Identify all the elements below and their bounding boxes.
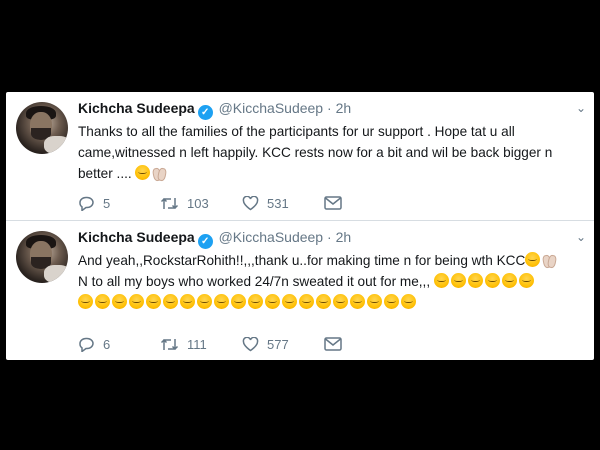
hugging-face-emoji <box>467 273 483 288</box>
envelope-icon <box>324 337 342 351</box>
reply-count: 5 <box>103 196 111 211</box>
heart-icon <box>242 337 259 352</box>
reply-button[interactable]: 5 <box>78 196 110 211</box>
like-count: 531 <box>267 196 289 211</box>
like-button[interactable]: 531 <box>242 196 289 211</box>
author-name[interactable]: Kichcha Sudeepa <box>78 229 195 245</box>
verified-badge-icon: ✓ <box>197 234 213 249</box>
like-count: 577 <box>267 337 289 352</box>
hugging-face-emoji <box>282 294 297 309</box>
hugging-face-emoji <box>316 294 331 309</box>
hugging-face-emoji <box>95 294 110 309</box>
verified-badge-icon: ✓ <box>197 105 213 120</box>
retweet-button[interactable]: 111 <box>160 337 207 352</box>
tweet-header: Kichcha Sudeepa ✓ @KicchaSudeep · 2h <box>78 100 351 120</box>
hugging-face-emoji <box>525 252 541 267</box>
hugging-face-emoji <box>197 294 212 309</box>
reply-count: 6 <box>103 337 111 352</box>
direct-message-button[interactable] <box>324 196 350 210</box>
hugging-face-emoji-group <box>78 294 418 310</box>
direct-message-button[interactable] <box>324 337 350 351</box>
separator: · <box>327 100 332 116</box>
hugging-face-emoji <box>248 294 263 309</box>
clapping-hands-emoji <box>152 166 166 180</box>
tweet-text: Thanks to all the families of the partic… <box>78 121 583 184</box>
hugging-face-emoji <box>146 294 161 309</box>
tweet-text: And yeah,,RockstarRohith!!,,,thank u..fo… <box>78 250 583 313</box>
hugging-face-emoji <box>231 294 246 309</box>
envelope-icon <box>324 196 342 210</box>
folded-hands-emoji <box>542 253 556 267</box>
reply-icon <box>79 337 94 352</box>
separator: · <box>327 229 332 245</box>
hugging-face-emoji <box>78 294 93 309</box>
tweet-header: Kichcha Sudeepa ✓ @KicchaSudeep · 2h <box>78 229 351 249</box>
timestamp[interactable]: 2h <box>336 229 352 245</box>
hugging-face-emoji <box>265 294 280 309</box>
tweet-1[interactable]: Kichcha Sudeepa ✓ @KicchaSudeep · 2h ⌄ Th… <box>6 92 594 220</box>
hugging-face-emoji-group <box>433 273 536 289</box>
like-button[interactable]: 577 <box>242 337 289 352</box>
hugging-face-emoji <box>163 294 178 309</box>
hugging-face-emoji <box>333 294 348 309</box>
hugging-face-emoji <box>450 273 466 288</box>
tweet-text-line-2: N to all my boys who worked 24/7n sweate… <box>78 274 431 289</box>
hugging-face-emoji <box>484 273 500 288</box>
avatar[interactable] <box>16 102 68 154</box>
hugging-face-emoji <box>501 273 517 288</box>
chevron-down-icon[interactable]: ⌄ <box>576 101 586 115</box>
reply-icon <box>79 196 94 211</box>
retweet-count: 111 <box>187 337 207 352</box>
heart-icon <box>242 196 259 211</box>
chevron-down-icon[interactable]: ⌄ <box>576 230 586 244</box>
hugging-face-emoji <box>214 294 229 309</box>
hugging-face-emoji <box>384 294 399 309</box>
retweet-icon <box>160 338 179 351</box>
hugging-face-emoji <box>112 294 127 309</box>
reply-button[interactable]: 6 <box>78 337 110 352</box>
hugging-face-emoji <box>180 294 195 309</box>
hugging-face-emoji <box>518 273 534 288</box>
hugging-face-emoji <box>299 294 314 309</box>
retweet-icon <box>160 197 179 210</box>
hugging-face-emoji <box>129 294 144 309</box>
tweet-2[interactable]: Kichcha Sudeepa ✓ @KicchaSudeep · 2h ⌄ An… <box>6 221 594 360</box>
author-name[interactable]: Kichcha Sudeepa <box>78 100 195 116</box>
hugging-face-emoji <box>350 294 365 309</box>
author-handle[interactable]: @KicchaSudeep <box>219 229 324 245</box>
hugging-face-emoji <box>135 165 151 180</box>
retweet-button[interactable]: 103 <box>160 196 209 211</box>
author-handle[interactable]: @KicchaSudeep <box>219 100 324 116</box>
hugging-face-emoji <box>401 294 416 309</box>
timestamp[interactable]: 2h <box>336 100 352 116</box>
avatar[interactable] <box>16 231 68 283</box>
tweet-text-line-1: And yeah,,RockstarRohith!!,,,thank u..fo… <box>78 253 526 268</box>
retweet-count: 103 <box>187 196 209 211</box>
hugging-face-emoji <box>433 273 449 288</box>
hugging-face-emoji <box>367 294 382 309</box>
tweet-card: Kichcha Sudeepa ✓ @KicchaSudeep · 2h ⌄ Th… <box>6 92 594 360</box>
